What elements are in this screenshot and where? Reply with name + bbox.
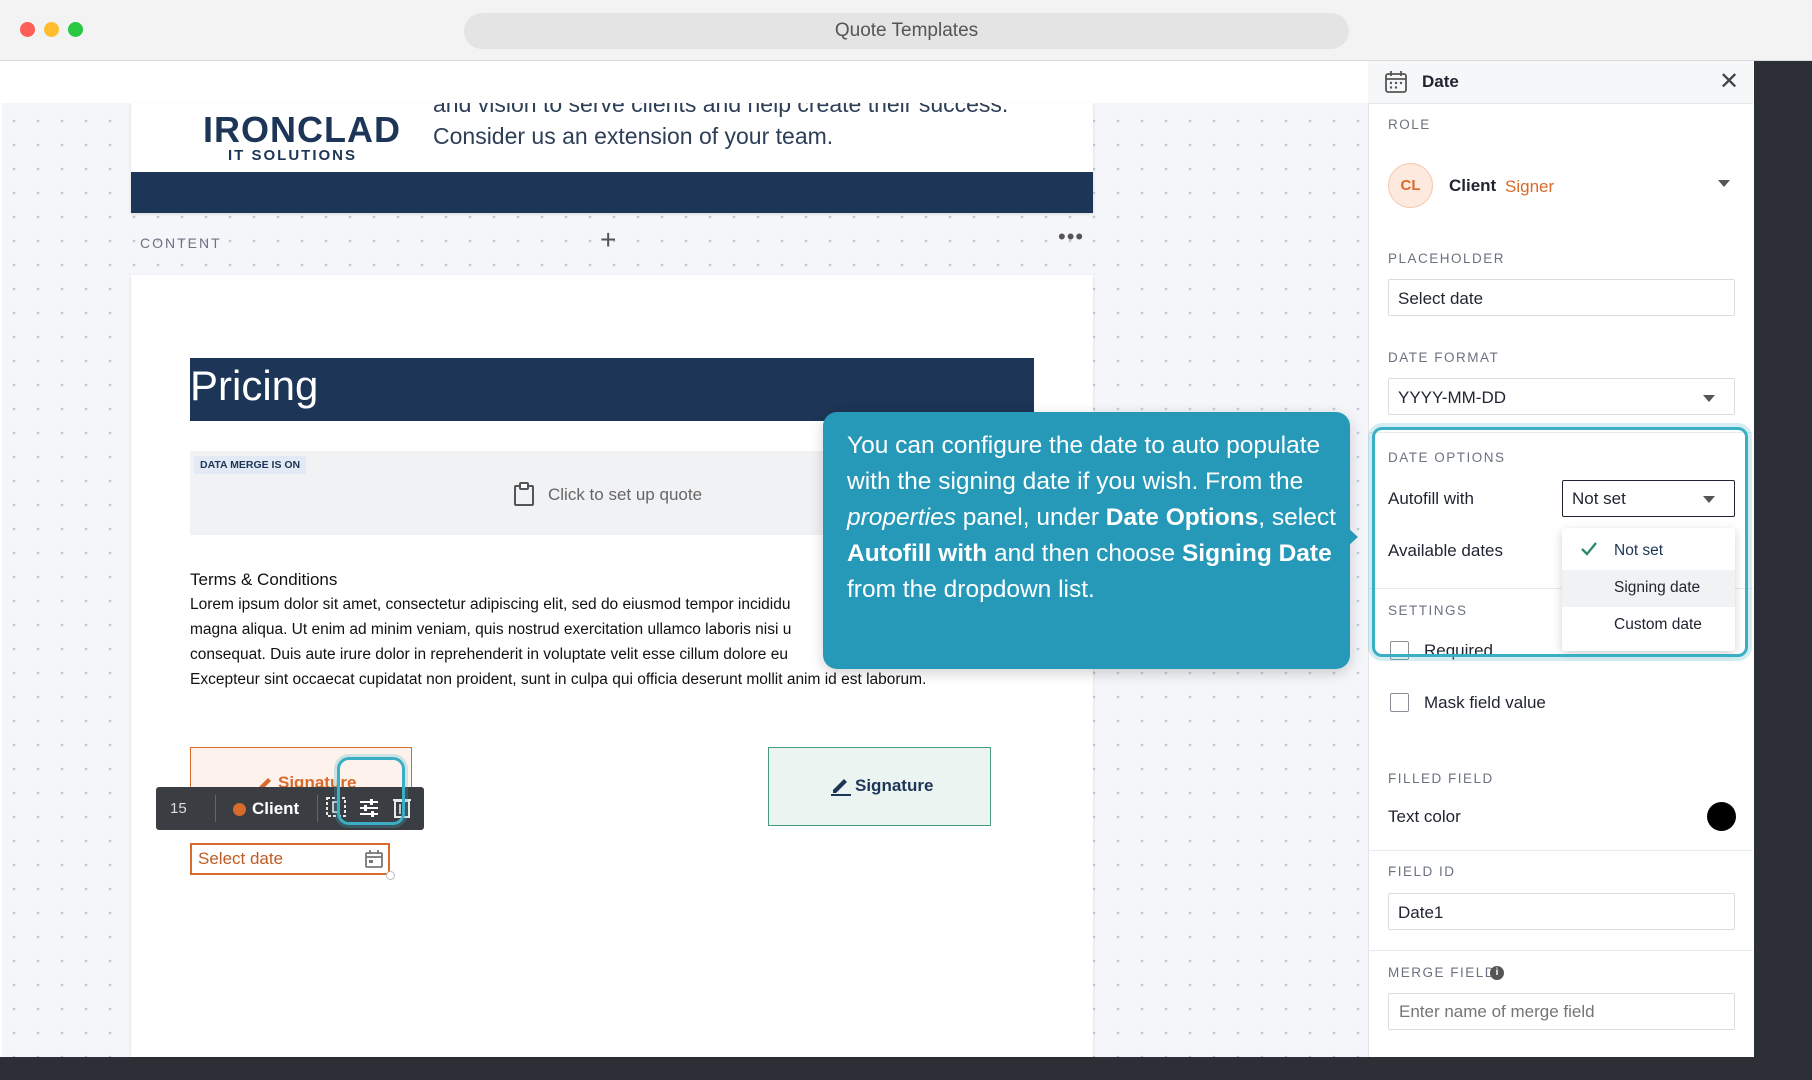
tooltip-arrow (1348, 528, 1358, 546)
company-logo-name: IRONCLAD (203, 109, 401, 150)
section-divider (1368, 850, 1753, 851)
add-section-button[interactable]: + (600, 226, 616, 254)
terms-heading: Terms & Conditions (190, 570, 338, 589)
date-format-label: DATE FORMAT (1388, 350, 1500, 365)
close-window-button[interactable] (20, 22, 35, 37)
filled-field-label: FILLED FIELD (1388, 771, 1494, 786)
field-role-selector[interactable]: Client (252, 799, 299, 819)
tooltip-text-part: , select (1258, 504, 1336, 531)
second-signature-label: Signature (855, 776, 934, 795)
tooltip-text-part: You can configure the date to auto popul… (847, 432, 1321, 495)
calendar-icon (364, 849, 384, 874)
text-color-label: Text color (1388, 807, 1461, 826)
window-title: Quote Templates (464, 13, 1349, 49)
header-intro-line-2: Consider us an extension of your team. (433, 123, 834, 149)
tooltip-text: You can configure the date to auto popul… (847, 428, 1337, 608)
date-format-value: YYYY-MM-DD (1398, 388, 1506, 407)
mask-field-label: Mask field value (1424, 693, 1546, 712)
resize-handle[interactable] (386, 871, 395, 880)
tooltip-text-part: Signing Date (1181, 540, 1332, 567)
terms-text-line: Excepteur sint occaecat cupidatat non pr… (190, 671, 927, 688)
role-type[interactable]: Signer (1505, 177, 1554, 197)
text-color-swatch[interactable] (1707, 802, 1736, 831)
role-avatar: CL (1388, 163, 1433, 208)
toolbar-divider (215, 795, 216, 822)
terms-text-line: Lorem ipsum dolor sit amet, consectetur … (190, 596, 791, 613)
date-field-placeholder: Select date (198, 849, 284, 868)
section-label: CONTENT (140, 235, 222, 251)
field-id-label: FIELD ID (1388, 864, 1456, 879)
tooltip-text-part: properties (847, 504, 956, 531)
placeholder-input-value: Select date (1398, 289, 1484, 308)
date-options-highlight (1372, 427, 1748, 657)
canvas-top-bar (2, 61, 1368, 103)
settings-button-highlight (337, 757, 405, 825)
bottom-bar (0, 1057, 1812, 1080)
maximize-window-button[interactable] (68, 22, 83, 37)
chevron-down-icon[interactable] (1718, 180, 1730, 187)
tooltip-text-part: from the dropdown list. (847, 576, 1095, 603)
header-intro-line-1: and vision to serve clients and help cre… (433, 103, 1009, 117)
role-color-dot (233, 803, 246, 816)
chevron-down-icon[interactable] (1703, 395, 1715, 402)
close-icon[interactable]: ✕ (1719, 70, 1739, 94)
panel-title: Date (1422, 72, 1459, 91)
header-color-band (131, 172, 1093, 213)
field-id-value: Date1 (1398, 903, 1444, 922)
mask-field-checkbox[interactable] (1390, 693, 1409, 712)
tooltip-text-part: Autofill with (847, 540, 988, 567)
role-label: ROLE (1388, 117, 1431, 132)
page-number: 15 (170, 800, 187, 817)
section-divider (1368, 950, 1753, 951)
merge-field-label: MERGE FIELD (1388, 965, 1497, 980)
placeholder-label: PLACEHOLDER (1388, 251, 1506, 266)
clipboard-icon (513, 482, 535, 511)
terms-text-line: magna aliqua. Ut enim ad minim veniam, q… (190, 621, 792, 638)
right-edge-bar (1752, 61, 1812, 1057)
calendar-icon (1384, 70, 1408, 99)
merge-field-input[interactable] (1388, 993, 1735, 1030)
toolbar-divider (317, 795, 318, 822)
role-name[interactable]: Client (1449, 176, 1496, 196)
tooltip-text-part: panel, under (955, 504, 1106, 531)
tooltip-text-part: and then choose (987, 540, 1182, 567)
company-logo-tagline: IT SOLUTIONS (228, 147, 357, 164)
section-more-button[interactable]: ••• (1058, 226, 1084, 248)
data-merge-badge: DATA MERGE IS ON (194, 456, 307, 474)
info-icon[interactable]: i (1490, 966, 1504, 980)
pen-icon (830, 774, 852, 801)
tooltip-text-part: Date Options (1105, 504, 1259, 531)
header-section-card[interactable]: IRONCLAD IT SOLUTIONS and vision to serv… (131, 103, 1093, 213)
pricing-title[interactable]: Pricing (190, 362, 318, 410)
set-up-quote-link[interactable]: Click to set up quote (548, 485, 702, 505)
minimize-window-button[interactable] (44, 22, 59, 37)
terms-text-line: consequat. Duis aute irure dolor in repr… (190, 646, 788, 663)
